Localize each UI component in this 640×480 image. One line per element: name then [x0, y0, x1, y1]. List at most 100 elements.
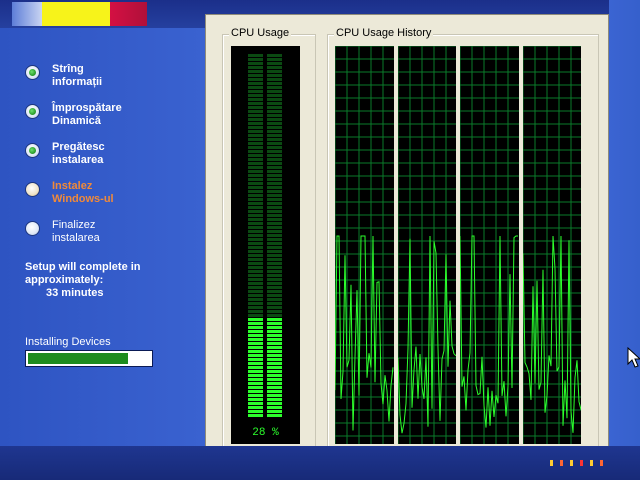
- cpu-meter-segment: [267, 202, 282, 205]
- cpu-meter-segment: [248, 190, 263, 193]
- cpu-meter-segment: [248, 246, 263, 249]
- cpu-meter-segment: [248, 186, 263, 189]
- cpu-meter-segment: [267, 150, 282, 153]
- cpu-meter-segment: [248, 174, 263, 177]
- cpu-meter-segment: [267, 370, 282, 373]
- cpu-meter-segment: [267, 142, 282, 145]
- cpu-meter-segment: [267, 298, 282, 301]
- cpu-meter-segment: [267, 354, 282, 357]
- cpu-meter-segment: [248, 58, 263, 61]
- cpu-history-core-4: [522, 45, 582, 444]
- cpu-meter-segment: [267, 134, 282, 137]
- cpu-history-core-2: [397, 45, 457, 444]
- cpu-meter-segment: [248, 218, 263, 221]
- cpu-meter-segment: [267, 74, 282, 77]
- cpu-meter-segment: [267, 110, 282, 113]
- cpu-meter-segment: [248, 202, 263, 205]
- cpu-meter-segment: [267, 314, 282, 317]
- cpu-meter-segment: [248, 74, 263, 77]
- step-label: Împrospătare Dinamică: [52, 102, 122, 127]
- cpu-meter-segment: [267, 294, 282, 297]
- cpu-meter-segment: [248, 102, 263, 105]
- cpu-meter-segment: [267, 250, 282, 253]
- cpu-meter-segment: [248, 162, 263, 165]
- cpu-meter-segment: [248, 62, 263, 65]
- estimate-line: Setup will complete in: [25, 261, 141, 273]
- tray-indicator-icons: [550, 460, 603, 466]
- cpu-meter-segment: [267, 210, 282, 213]
- cpu-meter-segment: [267, 406, 282, 409]
- cpu-meter-segment: [248, 342, 263, 345]
- cpu-meter-segment: [248, 254, 263, 257]
- history-graph: [397, 45, 457, 444]
- cpu-meter-segment: [267, 78, 282, 81]
- cpu-meter-segment: [267, 410, 282, 413]
- cpu-meter-segment: [267, 118, 282, 121]
- cpu-usage-meter: 28 %: [231, 46, 300, 444]
- cpu-meter-segment: [248, 82, 263, 85]
- cpu-meter-segment: [267, 318, 282, 321]
- cpu-meter-segment: [267, 158, 282, 161]
- flag-yellow-stripe: [42, 2, 110, 26]
- cpu-meter-segment: [267, 54, 282, 57]
- cpu-meter-segment: [267, 338, 282, 341]
- setup-time-estimate: Setup will complete in approximately: 33…: [25, 261, 200, 300]
- cpu-meter-segment: [267, 358, 282, 361]
- cpu-meter-segment: [267, 322, 282, 325]
- cpu-meter-segment: [267, 326, 282, 329]
- cpu-meter-segment: [248, 206, 263, 209]
- cpu-meter-segment: [267, 402, 282, 405]
- cpu-meter-segment: [248, 110, 263, 113]
- cpu-meter-segment: [248, 226, 263, 229]
- cpu-meter-segment: [267, 90, 282, 93]
- cpu-meter-segment: [248, 298, 263, 301]
- history-graph: [522, 45, 582, 444]
- cpu-meter-segment: [248, 114, 263, 117]
- cpu-meter-segment: [248, 86, 263, 89]
- cpu-history-line: [522, 235, 582, 433]
- cpu-meter-segment: [248, 374, 263, 377]
- flag-blue-stripe: [12, 2, 42, 26]
- progress-fill: [28, 353, 128, 364]
- cpu-meter-segment: [267, 154, 282, 157]
- cpu-meter-segment: [248, 154, 263, 157]
- cpu-meter-segment: [267, 214, 282, 217]
- cpu-meter-segment: [248, 142, 263, 145]
- cpu-meter-segment: [248, 338, 263, 341]
- cpu-meter-segment: [248, 382, 263, 385]
- cpu-meter-segment: [267, 398, 282, 401]
- cpu-history-line: [334, 235, 394, 431]
- cpu-meter-segment: [248, 210, 263, 213]
- cpu-history-core-3: [459, 45, 519, 444]
- cpu-meter-segment: [248, 194, 263, 197]
- cpu-meter-segment: [248, 94, 263, 97]
- cpu-meter-segment: [248, 326, 263, 329]
- cpu-meter-segment: [248, 178, 263, 181]
- cpu-meter-segment: [248, 282, 263, 285]
- cpu-usage-title: CPU Usage: [229, 27, 292, 39]
- cpu-meter-segment: [267, 330, 282, 333]
- cpu-meter-segment: [267, 162, 282, 165]
- cpu-meter-segment: [267, 170, 282, 173]
- cpu-meter-segment: [248, 258, 263, 261]
- cpu-meter-segment: [248, 238, 263, 241]
- cpu-meter-segment: [248, 290, 263, 293]
- cpu-meter-segment: [248, 386, 263, 389]
- cpu-meter-segment: [248, 322, 263, 325]
- cpu-meter-segment: [248, 318, 263, 321]
- cpu-meter-segment: [267, 414, 282, 417]
- cpu-meter-segment: [248, 222, 263, 225]
- cpu-meter-segment: [267, 94, 282, 97]
- cpu-meter-segment: [248, 118, 263, 121]
- cpu-meter-segment: [248, 414, 263, 417]
- cpu-meter-segment: [248, 394, 263, 397]
- cpu-meter-segment: [267, 146, 282, 149]
- installing-devices-label: Installing Devices: [25, 336, 111, 348]
- cpu-meter-segment: [248, 66, 263, 69]
- cpu-meter-segment: [248, 354, 263, 357]
- cpu-meter-segment: [267, 246, 282, 249]
- cpu-meter-segment: [248, 122, 263, 125]
- cpu-meter-segment: [267, 190, 282, 193]
- cpu-meter-segment: [267, 262, 282, 265]
- cpu-meter-segment: [248, 266, 263, 269]
